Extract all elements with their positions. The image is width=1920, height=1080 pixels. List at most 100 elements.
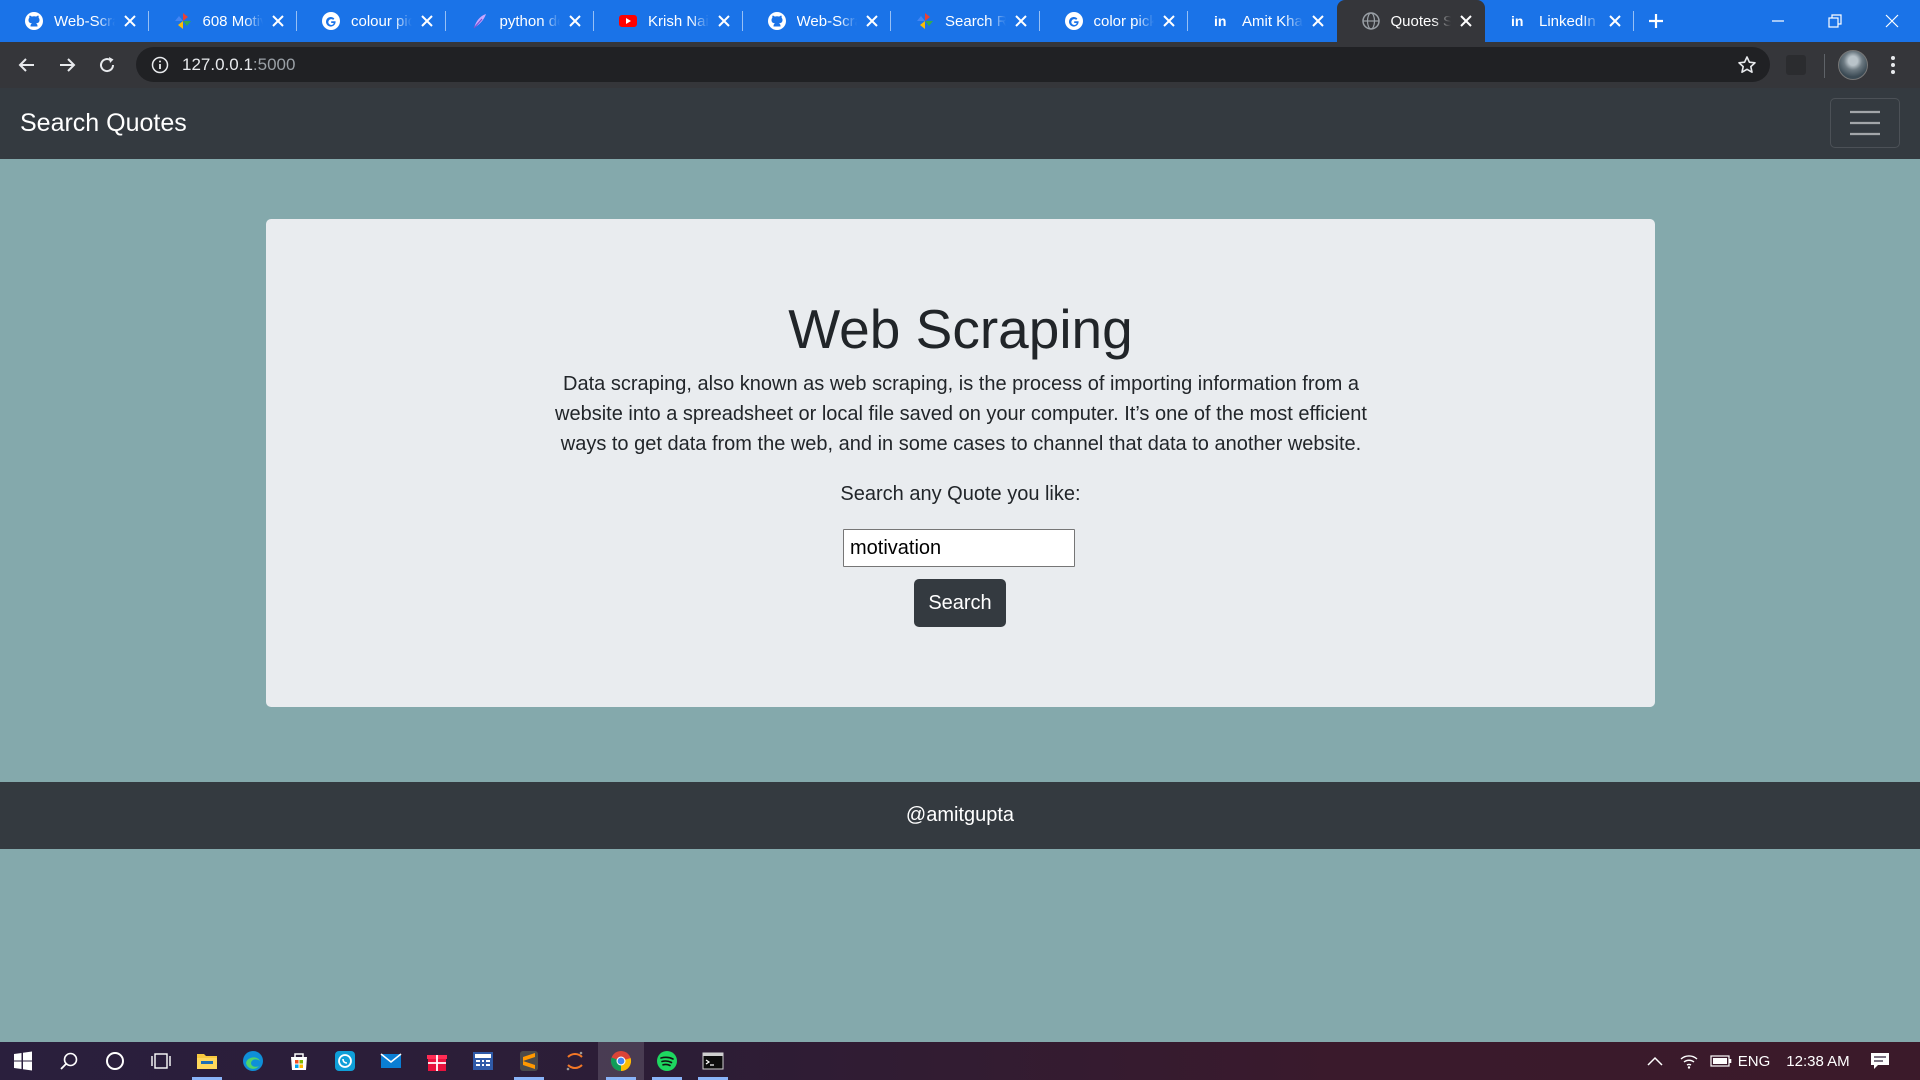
- tab-search-results[interactable]: Search Results: [891, 0, 1040, 42]
- navbar-toggler-button[interactable]: [1830, 98, 1900, 148]
- extension-icon[interactable]: [1786, 55, 1806, 75]
- search-button[interactable]: Search: [914, 579, 1006, 627]
- language-indicator[interactable]: ENG: [1732, 1042, 1776, 1080]
- tab-web-scraping-github-2[interactable]: Web-Scraping: [743, 0, 892, 42]
- close-tab-icon[interactable]: [1012, 12, 1030, 30]
- github-icon: [767, 11, 787, 31]
- site-navbar: Search Quotes: [0, 88, 1920, 159]
- cortana-icon[interactable]: [92, 1042, 138, 1080]
- close-tab-icon[interactable]: [1309, 12, 1327, 30]
- more-vertical-icon: [1891, 56, 1895, 74]
- close-tab-icon[interactable]: [1457, 12, 1475, 30]
- tab-python-developer[interactable]: python developer: [446, 0, 595, 42]
- spotify-icon[interactable]: [644, 1042, 690, 1080]
- tab-title: Krish Naik: [648, 12, 709, 30]
- tab-title: Amit Khandelwal: [1242, 12, 1303, 30]
- google-icon: [321, 11, 341, 31]
- wifi-icon[interactable]: [1674, 1042, 1704, 1080]
- tab-608-motivational[interactable]: 608 Motivational: [149, 0, 298, 42]
- mail-icon[interactable]: [368, 1042, 414, 1080]
- forward-button[interactable]: [51, 49, 83, 81]
- tab-amit-khandelwal[interactable]: in Amit Khandelwal: [1188, 0, 1337, 42]
- site-footer: @amitgupta: [0, 782, 1920, 849]
- terminal-icon[interactable]: [690, 1042, 736, 1080]
- hamburger-menu-icon: [1850, 110, 1880, 136]
- new-tab-button[interactable]: [1634, 0, 1678, 42]
- back-button[interactable]: [11, 49, 43, 81]
- tab-title: Quotes Scraper: [1390, 12, 1452, 30]
- gift-icon[interactable]: [414, 1042, 460, 1080]
- url-host: 127.0.0.1: [182, 54, 253, 74]
- arrow-right-icon: [60, 58, 76, 72]
- navbar-brand[interactable]: Search Quotes: [20, 109, 187, 138]
- tab-krish-naik[interactable]: Krish Naik: [594, 0, 743, 42]
- close-tab-icon[interactable]: [863, 12, 881, 30]
- github-icon: [24, 11, 44, 31]
- linkedin-icon: in: [1509, 11, 1529, 31]
- hero-description: Data scraping, also known as web scrapin…: [555, 373, 1367, 455]
- close-tab-icon[interactable]: [418, 12, 436, 30]
- tab-title: Web-Scraping: [54, 12, 115, 30]
- footer-credit: @amitgupta: [905, 804, 1015, 826]
- close-tab-icon[interactable]: [121, 12, 139, 30]
- task-view-icon[interactable]: [138, 1042, 184, 1080]
- address-bar[interactable]: 127.0.0.1:5000: [136, 47, 1770, 82]
- tab-title: python developer: [499, 12, 561, 30]
- search-prompt: Search any Quote you like:: [840, 483, 1081, 505]
- restore-button[interactable]: [1806, 0, 1863, 42]
- reload-icon: [100, 57, 115, 73]
- calculator-icon[interactable]: [460, 1042, 506, 1080]
- browser-toolbar: 127.0.0.1:5000: [0, 42, 1920, 88]
- page-title: Web Scraping: [788, 298, 1133, 360]
- close-window-button[interactable]: [1863, 0, 1920, 42]
- close-tab-icon[interactable]: [269, 12, 287, 30]
- file-explorer-icon[interactable]: [184, 1042, 230, 1080]
- close-tab-icon[interactable]: [1160, 12, 1178, 30]
- youtube-icon: [618, 11, 638, 31]
- tab-title: 608 Motivational: [202, 12, 264, 30]
- tab-title: Search Results: [945, 12, 1006, 30]
- tab-title: colour picker: [351, 12, 412, 30]
- feather-icon: [470, 11, 490, 31]
- sublime-text-icon[interactable]: [506, 1042, 552, 1080]
- windows-taskbar: ENG 12:38 AM: [0, 1042, 1920, 1080]
- tab-title: LinkedIn: [1539, 12, 1596, 30]
- tab-list: Web-Scraping 608 Motivational colour pic…: [0, 0, 1678, 42]
- notifications-icon[interactable]: [1862, 1042, 1898, 1080]
- chrome-icon[interactable]: [598, 1042, 644, 1080]
- reload-button[interactable]: [91, 49, 123, 81]
- browser-menu-button[interactable]: [1880, 52, 1906, 78]
- svg-text:in: in: [1511, 13, 1523, 29]
- search-input[interactable]: [843, 529, 1075, 567]
- close-tab-icon[interactable]: [715, 12, 733, 30]
- store-icon[interactable]: [276, 1042, 322, 1080]
- close-tab-icon[interactable]: [566, 12, 584, 30]
- plus-icon: [1648, 14, 1663, 28]
- linkedin-icon: in: [1212, 11, 1232, 31]
- minimize-button[interactable]: [1749, 0, 1806, 42]
- search-icon[interactable]: [46, 1042, 92, 1080]
- hero-jumbotron: Web Scraping Data scraping, also known a…: [266, 219, 1655, 707]
- url-port: :5000: [252, 54, 296, 74]
- tab-title: color picker: [1093, 12, 1155, 30]
- pinwheel-icon: [915, 11, 935, 31]
- bookmark-star-icon[interactable]: [1736, 54, 1758, 76]
- start-icon[interactable]: [0, 1042, 46, 1080]
- tab-title: Web-Scraping: [796, 12, 858, 30]
- tab-linkedin[interactable]: in LinkedIn: [1485, 0, 1634, 42]
- tab-color-picker[interactable]: color picker: [1040, 0, 1189, 42]
- tab-colour-picker[interactable]: colour picker: [297, 0, 446, 42]
- profile-avatar[interactable]: [1838, 50, 1868, 80]
- edge-icon[interactable]: [230, 1042, 276, 1080]
- window-controls: [1749, 0, 1920, 42]
- show-hidden-icons-chevron-icon[interactable]: [1640, 1042, 1670, 1080]
- whatsapp-icon[interactable]: [322, 1042, 368, 1080]
- tab-quotes-scraper[interactable]: Quotes Scraper: [1336, 0, 1485, 42]
- pinwheel-icon: [173, 11, 193, 31]
- site-info-icon[interactable]: [150, 55, 170, 75]
- system-clock[interactable]: 12:38 AM: [1778, 1042, 1858, 1080]
- address-url[interactable]: 127.0.0.1:5000: [182, 55, 295, 75]
- tab-web-scraping-github[interactable]: Web-Scraping: [0, 0, 149, 42]
- close-tab-icon[interactable]: [1606, 12, 1624, 30]
- jupyter-icon[interactable]: [552, 1042, 598, 1080]
